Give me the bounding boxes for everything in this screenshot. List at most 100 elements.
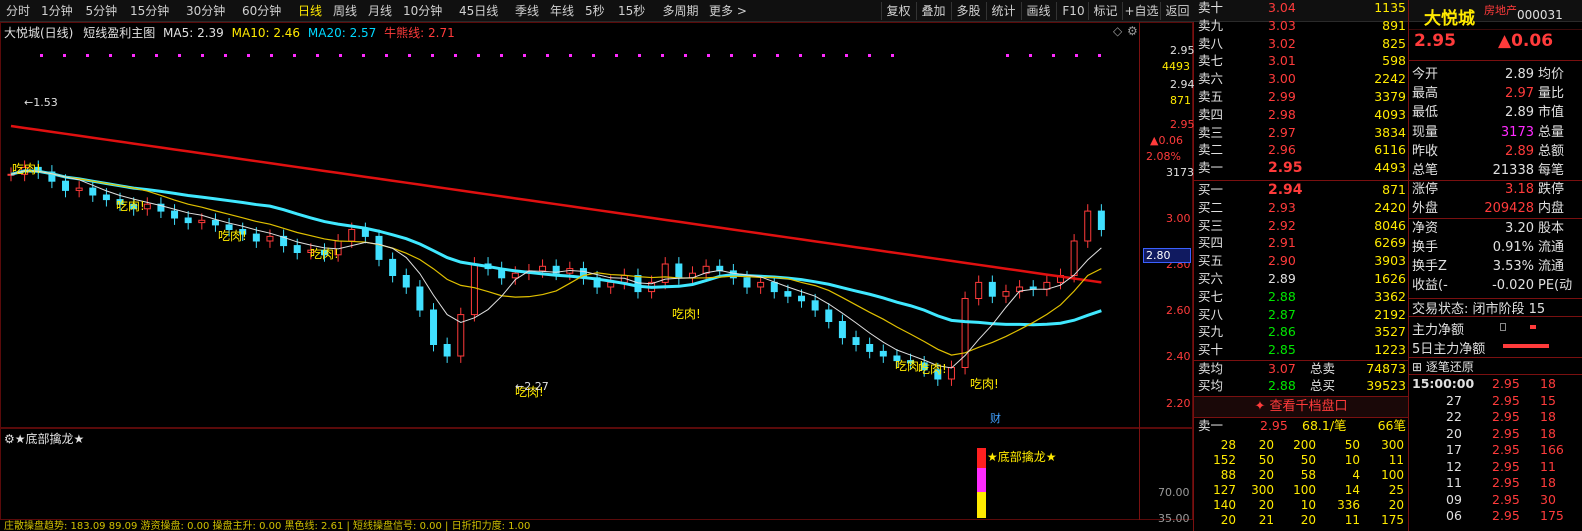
toolbar-button[interactable]: F10 xyxy=(1056,2,1090,20)
queue-cell: 200 xyxy=(1293,438,1316,452)
quote-label: 现量 xyxy=(1412,124,1439,140)
toolbar-button[interactable]: 标记 xyxy=(1088,2,1122,20)
queue-cell: 28 xyxy=(1220,438,1236,452)
toolbar-button[interactable]: 画线 xyxy=(1021,2,1055,20)
period-tab[interactable]: 5秒 xyxy=(585,3,605,19)
buy-level-volume: 871 xyxy=(1382,182,1406,197)
price-axis-tick: 2.40 xyxy=(1166,350,1191,363)
toolbar-button[interactable]: 返回 xyxy=(1160,2,1194,20)
sector-tag[interactable]: 房地产 xyxy=(1484,2,1517,18)
buy-level-label: 买三 xyxy=(1198,217,1224,233)
sell-level-label: 卖七 xyxy=(1198,53,1224,69)
tick-volume: 11 xyxy=(1540,458,1556,474)
quote-label: 收益(- xyxy=(1412,278,1448,294)
tick-volume: 18 xyxy=(1540,425,1556,441)
bottom-dragon-signal: ★底部擒龙★ xyxy=(987,450,1057,464)
buy-level-price[interactable]: 2.86 xyxy=(1268,325,1296,340)
sell-level-price[interactable]: 3.00 xyxy=(1268,72,1296,87)
buy-level-volume: 2420 xyxy=(1374,199,1406,215)
quote-value: 2.89 xyxy=(1505,105,1534,121)
sell-level-label: 卖五 xyxy=(1198,89,1224,104)
period-tab[interactable]: 年线 xyxy=(550,3,574,19)
sell-level-price[interactable]: 2.97 xyxy=(1268,125,1296,141)
quote-label-2: 跌停 xyxy=(1538,182,1565,198)
queue-cell: 20 xyxy=(1258,498,1274,512)
period-tab[interactable]: 季线 xyxy=(515,3,539,19)
axis-info-vol1: 4493 xyxy=(1162,60,1190,73)
buy-level-price[interactable]: 2.89 xyxy=(1268,271,1296,287)
period-tab[interactable]: 多周期 xyxy=(663,3,699,19)
sell-level-price[interactable]: 2.96 xyxy=(1268,143,1296,158)
sell-level-label: 卖十 xyxy=(1198,0,1224,15)
current-price-tag: 2.80 xyxy=(1143,248,1191,263)
last-price: 2.95 xyxy=(1414,31,1456,51)
period-tab[interactable]: 10分钟 xyxy=(403,3,442,19)
sell-level-volume: 598 xyxy=(1382,53,1406,69)
period-tab[interactable]: 1分钟 xyxy=(41,3,73,19)
sell-level-label: 卖二 xyxy=(1198,142,1224,158)
bottom-indicator-strip: 庄散操盘趋势: 183.09 89.09 游资操盘: 0.00 操盘主升: 0.… xyxy=(4,521,531,531)
tick-price: 2.95 xyxy=(1492,409,1520,424)
period-tab[interactable]: 周线 xyxy=(333,3,357,19)
quote-label-2: 流通 xyxy=(1538,239,1565,255)
buy-level-price[interactable]: 2.91 xyxy=(1268,236,1296,251)
stock-code: 000031 xyxy=(1517,8,1563,22)
queue-cell: 21 xyxy=(1258,513,1274,527)
buy-level-price[interactable]: 2.85 xyxy=(1268,343,1296,358)
quote-label-2: 每笔 xyxy=(1538,163,1565,178)
eat-signal-label: 吃肉! xyxy=(918,362,947,376)
sell-level-volume: 3834 xyxy=(1374,124,1406,140)
toolbar-button[interactable]: 统计 xyxy=(986,2,1020,20)
sell-level-price[interactable]: 3.03 xyxy=(1268,18,1296,34)
buy-level-price[interactable]: 2.92 xyxy=(1268,218,1296,234)
sell-level-price[interactable]: 2.95 xyxy=(1268,161,1303,176)
sell-level-price[interactable]: 2.99 xyxy=(1268,89,1296,105)
period-tab[interactable]: 15分钟 xyxy=(130,3,169,19)
toolbar-button[interactable]: 复权 xyxy=(881,2,915,20)
sell-level-price[interactable]: 3.01 xyxy=(1268,54,1296,69)
period-tab[interactable]: 30分钟 xyxy=(186,3,225,19)
quote-label-2: 均价 xyxy=(1538,67,1565,82)
tick-list-title[interactable]: ⊞ 逐笔还原 xyxy=(1412,358,1474,375)
buy-level-price[interactable]: 2.88 xyxy=(1268,289,1296,305)
eat-signal-label: 吃肉! xyxy=(116,199,145,213)
toolbar-button[interactable]: 叠加 xyxy=(916,2,950,20)
quote-label: 最低 xyxy=(1412,105,1439,121)
tick-time: 22 xyxy=(1446,409,1462,424)
sell-level-price[interactable]: 3.04 xyxy=(1268,0,1296,16)
bars-icon[interactable] xyxy=(1500,323,1506,331)
sell-level-price[interactable]: 2.98 xyxy=(1268,107,1296,123)
quote-label-2: 市值 xyxy=(1538,105,1565,121)
period-tab[interactable]: 60分钟 xyxy=(242,3,281,19)
toolbar-button[interactable]: +自选 xyxy=(1122,2,1160,20)
period-tab[interactable]: 分时 xyxy=(6,3,30,19)
price-axis-tick: 2.60 xyxy=(1166,304,1191,317)
tick-time: 06 xyxy=(1446,508,1462,523)
buy-level-price[interactable]: 2.90 xyxy=(1268,254,1296,269)
avg-price: 3.07 xyxy=(1268,361,1296,376)
quote-label: 换手 xyxy=(1412,239,1439,255)
buy-level-label: 买五 xyxy=(1198,253,1224,269)
period-tab[interactable]: 日线 xyxy=(298,3,322,19)
buy-level-price[interactable]: 2.87 xyxy=(1268,307,1296,323)
period-tab[interactable]: 5分钟 xyxy=(86,3,118,19)
axis-info-price1: 2.95 xyxy=(1170,44,1195,57)
period-tab[interactable]: 15秒 xyxy=(618,3,645,19)
candlestick-plot[interactable]: 吃肉!吃肉!吃肉!吃肉!吃肉!吃肉!吃肉!吃肉!吃肉!←1.53←2.27财 xyxy=(0,38,1139,428)
settings-gear-icon[interactable]: ⚙ xyxy=(1127,24,1138,38)
sell-level-volume: 1135 xyxy=(1374,0,1406,15)
sell-level-price[interactable]: 3.02 xyxy=(1268,36,1296,52)
toolbar-button[interactable]: 多股 xyxy=(951,2,985,20)
quote-value: 2.97 xyxy=(1505,86,1534,102)
queue-cell: 20 xyxy=(1388,498,1404,512)
period-tab[interactable]: 月线 xyxy=(368,3,392,19)
buy-level-price[interactable]: 2.93 xyxy=(1268,200,1296,216)
buy-level-price[interactable]: 2.94 xyxy=(1268,183,1303,198)
period-tab[interactable]: 45日线 xyxy=(459,3,498,19)
view-thousand-level-button[interactable]: ✦ 查看千档盘口 xyxy=(1194,397,1408,417)
period-tab[interactable]: 更多 > xyxy=(709,3,747,19)
price-axis-tick: 3.00 xyxy=(1166,212,1191,225)
flame-icon: ✦ xyxy=(1254,399,1270,414)
axis-info-pct: 2.08% xyxy=(1146,150,1181,163)
diamond-icon[interactable]: ◇ xyxy=(1113,24,1122,38)
